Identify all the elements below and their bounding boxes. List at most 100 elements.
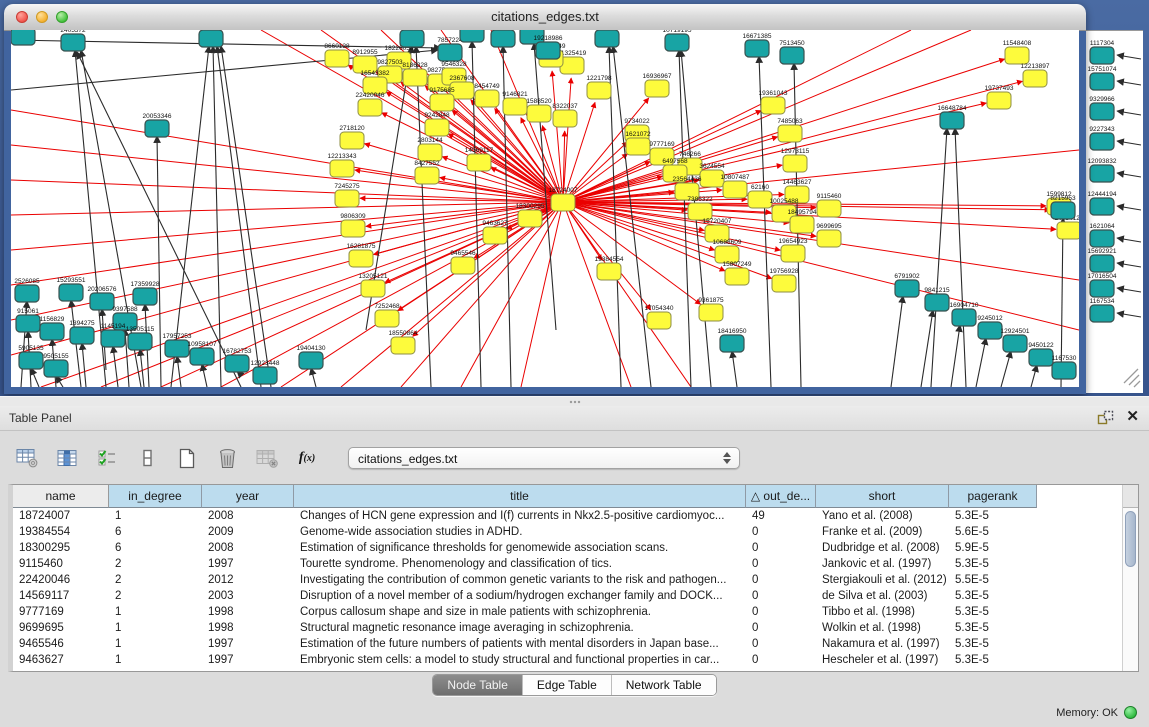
window-titlebar[interactable]: citations_edges.txt [4,4,1086,31]
node-9450122[interactable]: 9450122 [1028,342,1054,366]
node-5905135[interactable]: 5905135 [18,345,44,369]
column-header-title[interactable]: title [294,485,746,508]
node-19404130[interactable]: 19404130 [297,345,326,369]
node-9806309[interactable]: 9806309 [340,213,366,237]
function-builder-button[interactable]: f(x) [294,445,320,471]
table-cell[interactable]: 1997 [202,652,294,668]
table-cell[interactable]: 6 [109,540,202,556]
table-cell[interactable]: de Silva et al. (2003) [816,588,949,604]
table-cell[interactable]: 18300295 [13,540,109,556]
node-10719195[interactable]: 10719195 [663,30,692,51]
table-cell[interactable]: 1997 [202,556,294,572]
table-cell[interactable]: 0 [746,620,816,636]
table-cell[interactable]: 1998 [202,620,294,636]
node-12973115[interactable]: 12973115 [781,148,810,172]
table-cell[interactable]: 5.3E-5 [949,620,1037,636]
node-9115460[interactable]: 9115460 [817,193,842,217]
float-panel-icon[interactable] [1097,410,1114,425]
node-16648784[interactable]: 16648784 [938,105,967,129]
table-cell[interactable]: Nakamura et al. (1997) [816,636,949,652]
table-cell[interactable]: 0 [746,540,816,556]
node-16543382[interactable]: 16543382 [361,70,390,94]
table-cell[interactable]: Genome-wide association studies in ADHD. [294,524,746,540]
tab-network-table[interactable]: Network Table [611,675,716,695]
node-1621064[interactable]: 1621064 [1089,223,1115,247]
node-16281875[interactable]: 16281875 [347,243,376,267]
table-row[interactable]: 946362711997Embryonic stem cells: a mode… [13,652,1138,668]
node-15293551[interactable]: 15293551 [57,277,86,301]
table-cell[interactable]: Tibbo et al. (1998) [816,604,949,620]
scrollbar-thumb[interactable] [1125,511,1136,567]
table-cell[interactable]: Stergiakouli et al. (2012) [816,572,949,588]
node-16936967[interactable]: 16936967 [643,73,672,97]
table-cell[interactable]: 5.5E-5 [949,572,1037,588]
node-1167534[interactable]: 1167534 [1090,298,1115,322]
node-18495794[interactable]: 18495794 [788,209,817,233]
network-window[interactable]: citations_edges.txt 18724007866012889129… [4,4,1086,394]
node-9465546[interactable]: 9465546 [450,250,476,274]
node-9227343[interactable]: 9227343 [1089,126,1115,150]
table-cell[interactable]: Jankovic et al. (1997) [816,556,949,572]
node-16904710[interactable]: 16904710 [950,302,979,326]
node-8660128[interactable]: 8660128 [324,43,350,67]
create-column-button[interactable] [174,445,200,471]
network-canvas[interactable]: 1872400786601288912955182260589827503165… [11,30,1079,387]
table-cell[interactable]: Embryonic stem cells: a model to study s… [294,652,746,668]
table-row[interactable]: 2242004622012Investigating the contribut… [13,572,1138,588]
node-14569117[interactable]: 14569117 [465,147,494,171]
node-1167530[interactable]: 1167530 [1052,355,1077,379]
table-cell[interactable]: Franke et al. (2009) [816,524,949,540]
node-19218986[interactable]: 19218986 [534,35,563,59]
table-row[interactable]: 946554611997Estimation of the future num… [13,636,1138,652]
node-9329966[interactable]: 9329966 [1089,96,1115,120]
node-9463627[interactable]: 9463627 [482,220,508,244]
delete-table-button[interactable] [254,445,280,471]
node-7513450[interactable]: 7513450 [779,40,805,64]
node-8215953[interactable]: 8215953 [1050,195,1076,219]
node-1394275[interactable]: 1394275 [69,320,95,344]
node-1145194[interactable]: 1145194 [101,323,126,347]
node-12924501[interactable]: 12924501 [1001,328,1030,352]
table-cell[interactable]: 1998 [202,604,294,620]
node-1221798[interactable]: 1221798 [586,75,612,99]
table-cell[interactable]: 9777169 [13,604,109,620]
table-cell[interactable]: 2009 [202,524,294,540]
node-18416950[interactable]: 18416950 [718,328,747,352]
node-9841215[interactable]: 9841215 [924,287,950,311]
node-16782753[interactable]: 16782753 [223,348,252,372]
table-cell[interactable]: 5.3E-5 [949,636,1037,652]
node-20053346[interactable]: 20053346 [143,113,172,137]
table-cell[interactable]: Estimation of significance thresholds fo… [294,540,746,556]
table-cell[interactable]: 2 [109,588,202,604]
delete-columns-button[interactable] [214,445,240,471]
node-16033809[interactable]: 16033809 [398,30,427,47]
table-cell[interactable]: 1 [109,636,202,652]
table-row[interactable]: 1456911722003Disruption of a novel membe… [13,588,1138,604]
table-select-dropdown[interactable]: citations_edges.txt [348,447,740,469]
node-19737493[interactable]: 19737493 [985,85,1014,109]
table-cell[interactable]: 1 [109,652,202,668]
table-cell[interactable]: 5.9E-5 [949,540,1037,556]
node-10958107[interactable]: 10958107 [188,341,217,365]
table-cell[interactable]: 22420046 [13,572,109,588]
column-header-short[interactable]: short [816,485,949,508]
node-7245275[interactable]: 7245275 [334,183,360,207]
node-9699695[interactable]: 9699695 [816,223,842,247]
node-18724007[interactable]: 18724007 [549,187,578,211]
background-network-canvas[interactable]: 1117304157510749329966922734312093832124… [1086,31,1143,393]
table-mode-button[interactable] [14,445,40,471]
node-6791902[interactable]: 6791902 [894,273,920,297]
table-cell[interactable]: 14569117 [13,588,109,604]
table-cell[interactable]: 0 [746,556,816,572]
column-header-in_degree[interactable]: in_degree [109,485,202,508]
node-62160[interactable]: 62160 [748,184,772,208]
table-cell[interactable]: 1 [109,508,202,524]
table-cell[interactable]: Tourette syndrome. Phenomenology and cla… [294,556,746,572]
node-2718120[interactable]: 2718120 [339,125,365,149]
node-17359928[interactable]: 17359928 [131,281,160,305]
table-row[interactable]: 1872400712008Changes of HCN gene express… [13,508,1138,524]
node-7386322[interactable]: 7386322 [687,196,713,220]
node-17016504[interactable]: 17016504 [1088,273,1117,297]
resize-grip-icon[interactable] [1124,369,1140,387]
tab-edge-table[interactable]: Edge Table [522,675,611,695]
